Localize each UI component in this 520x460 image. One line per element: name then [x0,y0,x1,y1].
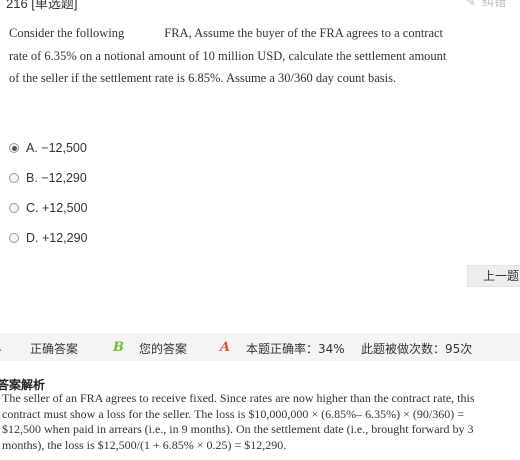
option-a[interactable]: A. −12,500 [9,133,88,163]
pencil-icon: ✎ [465,0,476,9]
question-text: Consider the following FRA, Assume the bu… [9,22,459,90]
your-answer-mark: B [113,340,124,355]
attempts-text: 此题被做次数：95次 [361,342,473,356]
option-c-label: C. +12,500 [26,201,88,215]
question-text-part1: Consider the following [9,26,125,40]
prev-question-button[interactable]: 上一题 [467,265,520,287]
correct-error-link[interactable]: ✎ 纠错 [466,0,506,10]
accuracy-text: 本题正确率：34% [246,342,345,356]
question-header: 216 [单选题] [6,0,78,11]
your-answer-label: 您的答案 [139,342,188,356]
correct-error-label: 纠错 [481,0,506,9]
option-b[interactable]: B. −12,290 [9,163,88,193]
option-b-label: B. −12,290 [26,171,87,185]
correct-answer-label: 正确答案 [30,342,79,356]
analysis-text: The seller of an FRA agrees to receive f… [2,391,475,452]
user-answer-mark: A [220,340,231,355]
option-a-label: A. −12,500 [26,141,87,155]
correct-answer-mark: A [0,340,2,355]
option-c[interactable]: C. +12,500 [9,193,88,223]
answer-status-bar: A 正确答案 B 您的答案 A 本题正确率：34% 此题被做次数：95次 [0,333,520,361]
radio-icon[interactable] [9,203,19,213]
option-d-label: D. +12,290 [26,231,88,245]
radio-icon[interactable] [9,233,19,243]
option-d[interactable]: D. +12,290 [9,223,88,253]
radio-icon[interactable] [9,173,19,183]
radio-selected-icon[interactable] [9,143,19,153]
answer-options: A. −12,500 B. −12,290 C. +12,500 D. +12,… [9,133,88,253]
